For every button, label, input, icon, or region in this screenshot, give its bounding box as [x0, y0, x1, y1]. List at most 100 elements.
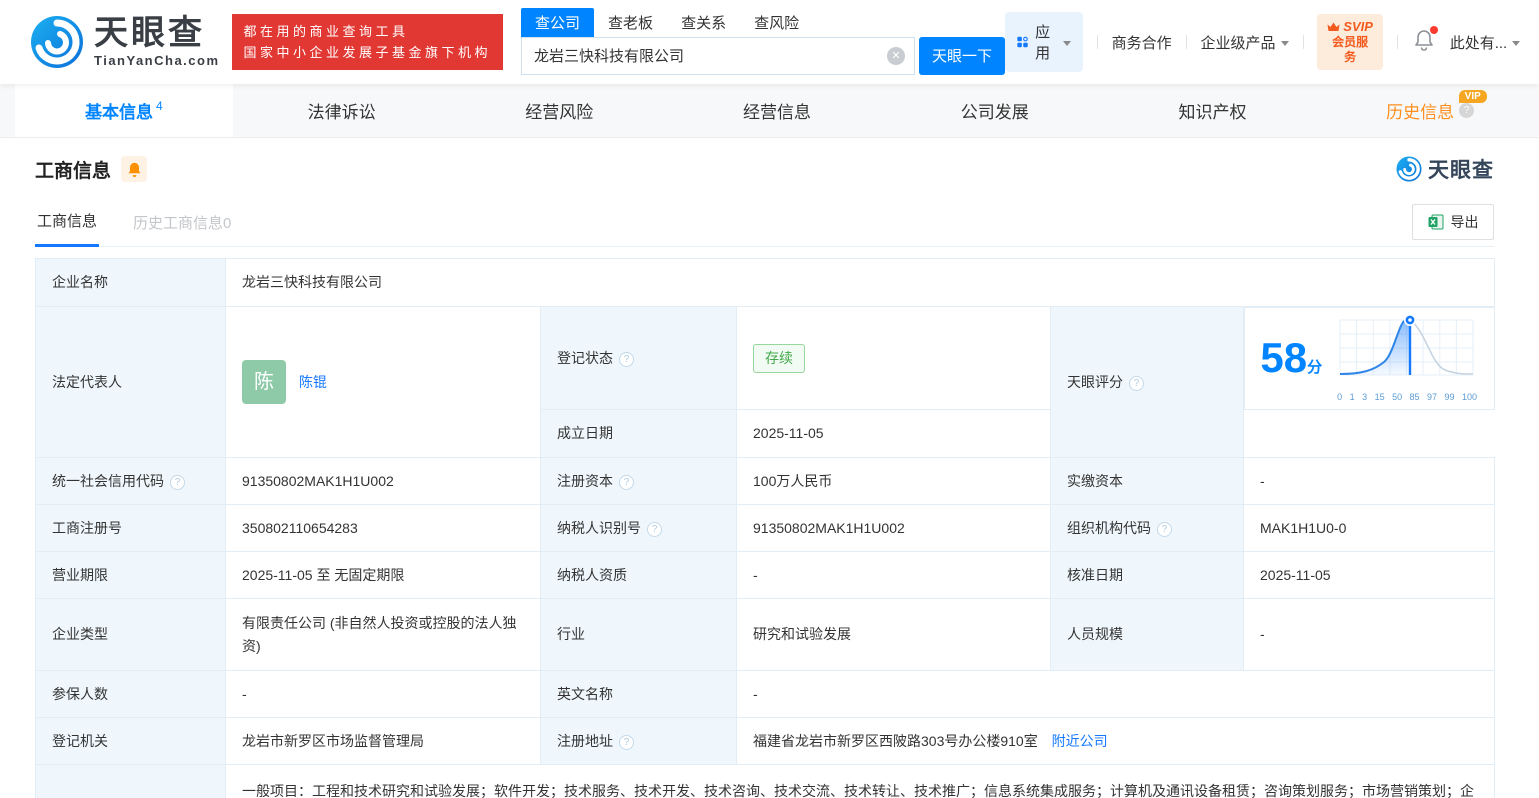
subtab-history-business-info[interactable]: 历史工商信息0	[131, 204, 233, 246]
help-icon[interactable]: ?	[619, 734, 634, 750]
legal-rep-label: 法定代表人	[35, 305, 226, 459]
tab-legal-proceedings-label: 法律诉讼	[307, 103, 376, 122]
tab-history-info-label: 历史信息	[1386, 103, 1455, 122]
tab-history-info[interactable]: VIP 历史信息 ?	[1321, 84, 1539, 137]
notification-bell-button[interactable]	[1414, 25, 1438, 56]
tianyancha-swirl-icon	[31, 16, 83, 68]
paid-capital-label: 实缴资本	[1050, 457, 1244, 506]
reg-capital-label: 注册资本?	[540, 457, 737, 506]
help-icon[interactable]: ?	[1459, 103, 1475, 118]
help-icon[interactable]: ?	[1157, 521, 1172, 537]
help-icon[interactable]: ?	[619, 351, 634, 367]
tianyancha-logo[interactable]: 天眼查 TianYanCha.com	[30, 15, 220, 69]
score-distribution-chart: 01 3 15 50 85 97 99 100	[1336, 312, 1478, 405]
business-term-label: 营业期限	[35, 551, 226, 600]
nav-enterprise-products[interactable]: 企业级产品	[1200, 32, 1289, 53]
excel-icon	[1428, 214, 1443, 230]
apps-button[interactable]: 应用	[1005, 12, 1083, 72]
search-tab-risk[interactable]: 查风险	[740, 8, 813, 37]
reg-capital-label-text: 注册资本	[557, 472, 613, 489]
table-row: 企业类型 有限责任公司 (非自然人投资或控股的法人独资) 行业 研究和试验发展 …	[35, 598, 1496, 672]
help-icon[interactable]: ?	[647, 521, 662, 537]
tab-company-development[interactable]: 公司发展	[886, 84, 1104, 137]
svip-member-button[interactable]: SVIP 会员服务	[1317, 13, 1383, 71]
search-input[interactable]	[521, 36, 916, 75]
score-unit: 分	[1307, 358, 1323, 376]
reg-number-label: 工商注册号	[35, 504, 226, 553]
search-area: 查公司 查老板 查关系 查风险 ✕ 天眼一下	[521, 7, 1006, 75]
reg-address-value: 福建省龙岩市新罗区西陂路303号办公楼910室 附近公司	[735, 717, 1496, 766]
table-row: 工商注册号 350802110654283 纳税人识别号? 91350802MA…	[35, 504, 1496, 553]
tianyancha-swirl-icon	[1396, 156, 1422, 182]
subtab-business-info[interactable]: 工商信息	[35, 202, 100, 247]
legal-rep-link[interactable]: 陈锟	[299, 371, 327, 394]
org-code-value: MAK1H1U0-0	[1242, 504, 1496, 553]
chart-axis-labels: 01 3 15 50 85 97 99 100	[1337, 392, 1478, 403]
industry-value: 研究和试验发展	[736, 598, 1051, 672]
table-row: 营业期限 2025-11-05 至 无固定期限 纳税人资质 - 核准日期 202…	[35, 551, 1496, 600]
reg-address-label: 注册地址?	[540, 717, 737, 766]
status-badge: 存续	[753, 343, 805, 373]
company-name-value: 龙岩三快科技有限公司	[224, 258, 1496, 307]
org-code-label-text: 组织机构代码	[1067, 519, 1151, 536]
clear-icon[interactable]: ✕	[887, 46, 906, 65]
help-icon[interactable]: ?	[170, 474, 185, 490]
nav-business-coop[interactable]: 商务合作	[1112, 32, 1172, 53]
subtab-row: 工商信息 历史工商信息0 导出	[35, 202, 1494, 247]
tab-operating-info-label: 经营信息	[743, 103, 812, 122]
apps-grid-icon	[1017, 36, 1028, 48]
monitor-bell-button[interactable]	[121, 156, 148, 182]
taxpayer-id-label-text: 纳税人识别号	[557, 519, 641, 536]
help-icon[interactable]: ?	[619, 474, 634, 490]
chevron-down-icon	[1062, 40, 1071, 46]
svip-sublabel: 会员服务	[1332, 35, 1369, 65]
tab-company-development-label: 公司发展	[960, 103, 1029, 122]
staff-size-label: 人员规模	[1050, 598, 1244, 672]
search-tabs: 查公司 查老板 查关系 查风险	[521, 7, 1005, 37]
svip-label: SVIP	[1343, 18, 1373, 34]
reg-status-value: 存续	[736, 305, 1051, 411]
search-button[interactable]: 天眼一下	[919, 36, 1006, 75]
paid-capital-value: -	[1242, 457, 1496, 506]
avatar[interactable]: 陈	[242, 360, 286, 405]
brand-domain: TianYanCha.com	[94, 53, 220, 68]
nearby-companies-link[interactable]: 附近公司	[1052, 733, 1108, 749]
company-tabbar: 基本信息 4 法律诉讼 经营风险 经营信息 公司发展 知识产权 VIP 历史信息…	[0, 84, 1539, 138]
reg-number-value: 350802110654283	[225, 504, 541, 553]
industry-label: 行业	[540, 598, 737, 672]
tab-legal-proceedings[interactable]: 法律诉讼	[233, 84, 451, 137]
reg-address-text: 福建省龙岩市新罗区西陂路303号办公楼910室	[753, 732, 1038, 749]
promo-line2: 国家中小企业发展子基金旗下机构	[243, 45, 492, 60]
tab-operating-risk[interactable]: 经营风险	[450, 84, 668, 137]
watermark-logo: 天眼查	[1396, 154, 1494, 184]
business-scope-text: 一般项目：工程和技术研究和试验发展；软件开发；技术服务、技术开发、技术咨询、技术…	[242, 783, 1474, 798]
search-tab-relation[interactable]: 查关系	[667, 8, 740, 37]
taxpayer-id-value: 91350802MAK1H1U002	[736, 504, 1051, 553]
credit-code-label-text: 统一社会信用代码	[52, 472, 164, 489]
table-row: 企业名称 龙岩三快科技有限公司	[35, 258, 1496, 307]
tab-basic-info[interactable]: 基本信息 4	[15, 84, 233, 137]
search-tab-company[interactable]: 查公司	[521, 7, 595, 37]
reg-authority-value: 龙岩市新罗区市场监督管理局	[225, 717, 541, 766]
tab-operating-risk-label: 经营风险	[525, 103, 594, 122]
promo-line1: 都在用的商业查询工具	[243, 23, 409, 39]
company-type-label: 企业类型	[35, 598, 226, 672]
user-menu[interactable]: 此处有...	[1450, 32, 1521, 53]
help-icon[interactable]: ?	[1129, 375, 1144, 391]
taxpayer-id-label: 纳税人识别号?	[540, 504, 737, 553]
staff-size-value: -	[1242, 598, 1496, 672]
reg-capital-value: 100万人民币	[736, 457, 1051, 506]
table-row: 登记机关 龙岩市新罗区市场监督管理局 注册地址? 福建省龙岩市新罗区西陂路303…	[35, 717, 1496, 766]
apps-label: 应用	[1035, 24, 1051, 62]
english-name-label: 英文名称	[540, 670, 737, 719]
tab-intellectual-property[interactable]: 知识产权	[1104, 84, 1322, 137]
company-type-value: 有限责任公司 (非自然人投资或控股的法人独资)	[225, 598, 541, 672]
credit-code-value: 91350802MAK1H1U002	[225, 457, 541, 506]
export-button[interactable]: 导出	[1412, 204, 1494, 240]
vip-badge: VIP	[1458, 90, 1487, 103]
notification-dot	[1429, 25, 1438, 34]
approval-date-value: 2025-11-05	[1242, 551, 1496, 600]
search-tab-boss[interactable]: 查老板	[594, 8, 667, 37]
tab-operating-info[interactable]: 经营信息	[668, 84, 886, 137]
table-row: 经营范围? 一般项目：工程和技术研究和试验发展；软件开发；技术服务、技术开发、技…	[35, 764, 1496, 798]
